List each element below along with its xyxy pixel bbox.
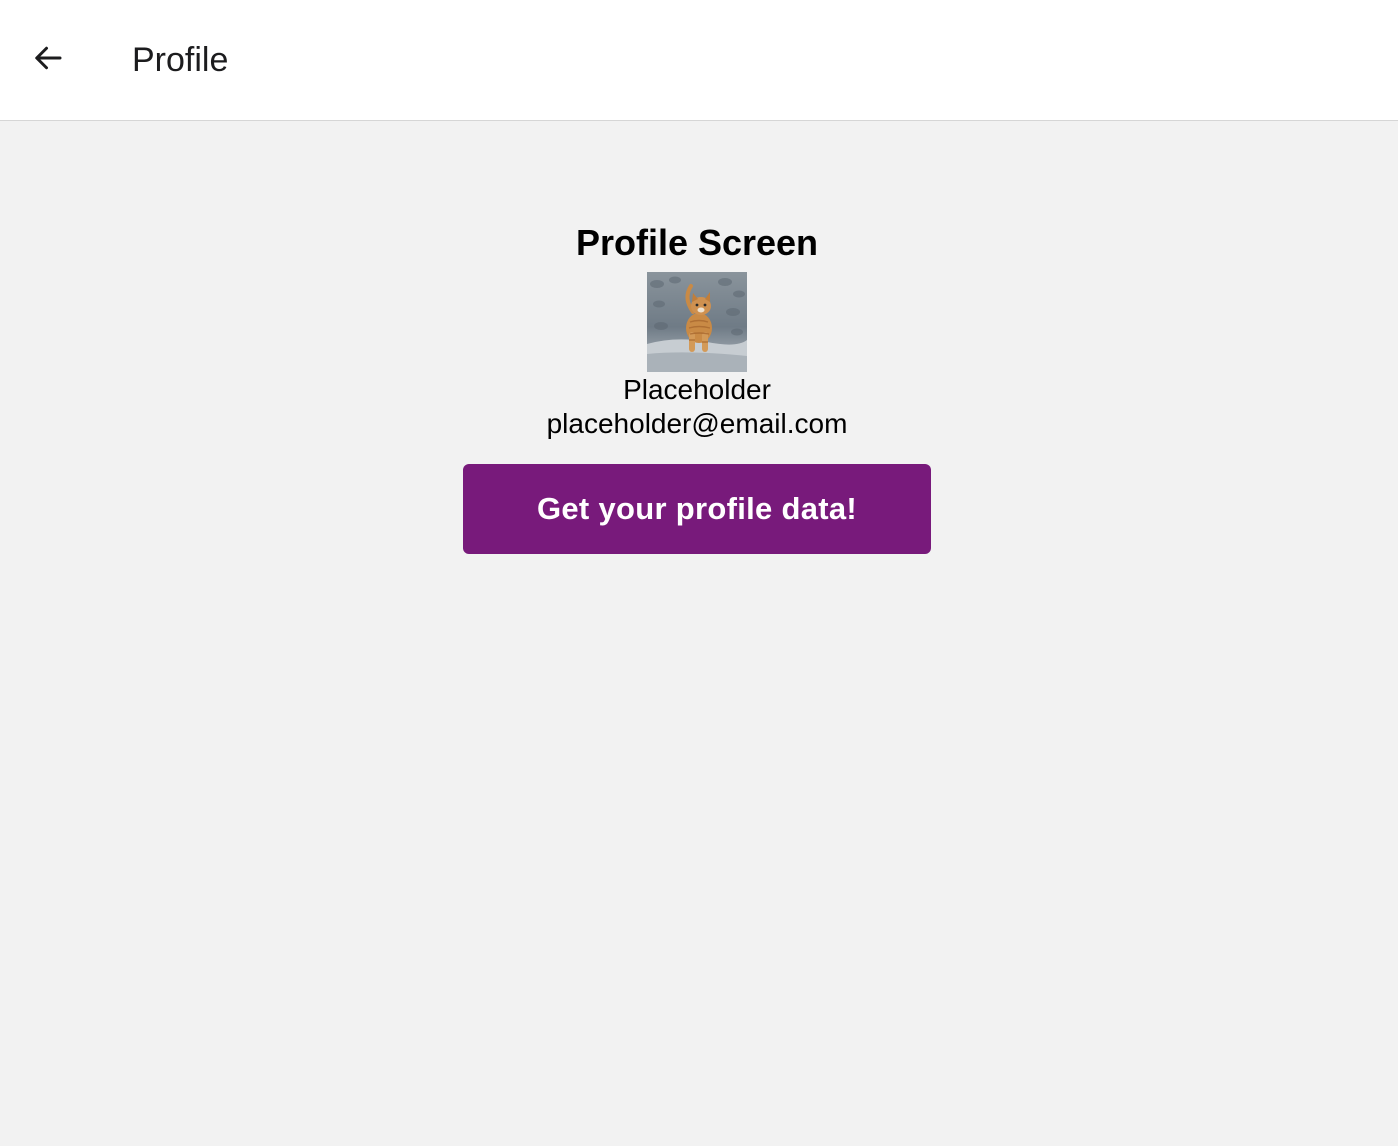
app-header: Profile [0,0,1398,121]
arrow-left-icon [35,46,62,70]
profile-content: Profile Screen Placeholder placeholder@e… [0,121,1394,554]
get-profile-data-button[interactable]: Get your profile data! [463,464,931,554]
avatar [647,272,747,372]
back-button[interactable] [24,34,72,82]
user-name: Placeholder [623,374,771,405]
page-title: Profile Screen [575,222,819,263]
user-email: placeholder@email.com [546,408,848,439]
header-title: Profile [132,41,229,79]
